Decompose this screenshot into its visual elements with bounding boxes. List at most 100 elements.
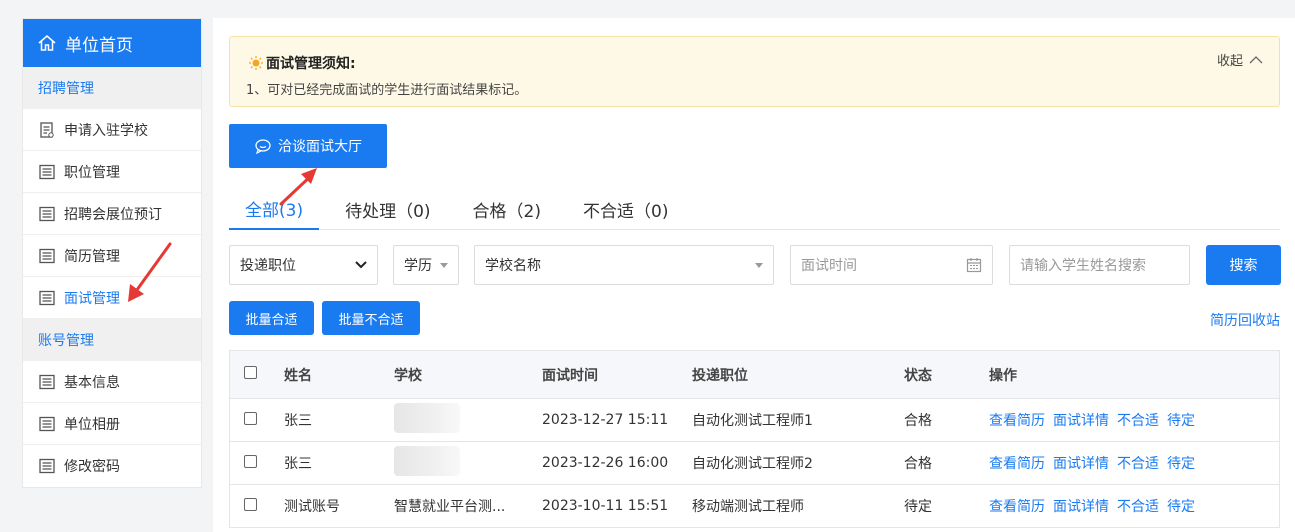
mark-unsuitable-link[interactable]: 不合适 — [1117, 499, 1159, 515]
school-select[interactable]: 学校名称 — [474, 245, 774, 285]
sidebar-item-basic-info[interactable]: 基本信息 — [23, 361, 201, 403]
position-select[interactable]: 投递职位 — [229, 245, 378, 285]
cell-status: 合格 — [904, 456, 932, 472]
cell-name: 张三 — [284, 456, 312, 472]
table-row: 张三 2023-12-26 16:00 自动化测试工程师2 合格 查看简历 面试详… — [230, 442, 1279, 485]
sidebar-section-recruit: 招聘管理 — [23, 67, 201, 109]
view-resume-link[interactable]: 查看简历 — [989, 499, 1045, 515]
view-resume-link[interactable]: 查看简历 — [989, 456, 1045, 472]
home-icon — [38, 35, 56, 51]
student-name-search-input[interactable]: 请输入学生姓名搜索 — [1009, 245, 1190, 285]
notice-text: 1、可对已经完成面试的学生进行面试结果标记。 — [246, 83, 528, 98]
blurred-school — [394, 403, 460, 433]
position-select-value: 投递职位 — [240, 258, 296, 274]
cell-school — [394, 446, 542, 480]
cell-time: 2023-12-27 15:11 — [542, 412, 669, 428]
sidebar-item-booth[interactable]: 招聘会展位预订 — [23, 193, 201, 235]
sidebar-item-positions[interactable]: 职位管理 — [23, 151, 201, 193]
cell-status: 待定 — [904, 499, 932, 515]
view-resume-link[interactable]: 查看简历 — [989, 413, 1045, 429]
school-select-value: 学校名称 — [485, 258, 541, 274]
cell-status: 合格 — [904, 413, 932, 429]
main-panel: 面试管理须知: 1、可对已经完成面试的学生进行面试结果标记。 收起 洽谈面试大厅… — [213, 18, 1295, 532]
sidebar-item-interviews[interactable]: 面试管理 — [23, 277, 201, 319]
sidebar-item-password[interactable]: 修改密码 — [23, 445, 201, 487]
row-select-cell — [230, 497, 266, 515]
sidebar-item-label: 基本信息 — [64, 374, 120, 391]
cell-position: 自动化测试工程师2 — [692, 456, 813, 472]
row-checkbox[interactable] — [244, 454, 257, 468]
batch-pass-button[interactable]: 批量合适 — [229, 301, 314, 335]
interview-detail-link[interactable]: 面试详情 — [1053, 499, 1109, 515]
interview-detail-link[interactable]: 面试详情 — [1053, 413, 1109, 429]
sidebar-item-label: 职位管理 — [64, 164, 120, 181]
table-header-row: 姓名 学校 面试时间 投递职位 状态 操作 — [230, 351, 1279, 399]
resume-recycle-link[interactable]: 简历回收站 — [1210, 310, 1280, 330]
header-status: 状态 — [904, 367, 932, 384]
list-doc-icon — [39, 206, 55, 221]
interview-time-placeholder: 面试时间 — [801, 258, 857, 274]
chat-icon — [255, 139, 271, 154]
interview-table: 姓名 学校 面试时间 投递职位 状态 操作 张三 2023-12-27 15:1… — [229, 350, 1280, 528]
cell-position: 移动端测试工程师 — [692, 499, 804, 515]
notice-collapse-button[interactable]: 收起 — [1217, 50, 1263, 69]
notice-title: 面试管理须知: — [248, 53, 356, 73]
cell-school — [394, 403, 542, 437]
tab-all[interactable]: 全部(3) — [229, 188, 320, 230]
sidebar-home[interactable]: 单位首页 — [23, 19, 201, 67]
table-row: 张三 2023-12-27 15:11 自动化测试工程师1 合格 查看简历 面试详… — [230, 399, 1279, 442]
notice-collapse-label: 收起 — [1216, 54, 1243, 69]
list-doc-icon — [39, 416, 55, 431]
sidebar-item-label: 招聘会展位预订 — [64, 206, 162, 223]
row-checkbox[interactable] — [244, 497, 257, 511]
calendar-icon — [966, 258, 982, 273]
notice-title-text: 面试管理须知: — [266, 56, 356, 72]
mark-unsuitable-link[interactable]: 不合适 — [1117, 456, 1159, 472]
select-all-checkbox[interactable] — [244, 366, 257, 379]
mark-pending-link[interactable]: 待定 — [1167, 499, 1195, 515]
sidebar-item-resumes[interactable]: 简历管理 — [23, 235, 201, 277]
list-doc-icon — [39, 290, 55, 305]
cell-position: 自动化测试工程师1 — [692, 413, 813, 429]
cell-time: 2023-12-26 16:00 — [542, 455, 669, 471]
cell-actions: 查看简历 面试详情 不合适 待定 — [989, 496, 1279, 516]
sidebar-item-label: 修改密码 — [64, 459, 120, 475]
cell-name: 测试账号 — [284, 499, 340, 515]
sidebar-item-album[interactable]: 单位相册 — [23, 403, 201, 445]
header-school: 学校 — [394, 367, 422, 384]
sidebar-item-label: 单位相册 — [64, 416, 120, 433]
education-select[interactable]: 学历 — [393, 245, 459, 285]
cell-school: 智慧就业平台测... — [394, 499, 506, 515]
cell-actions: 查看简历 面试详情 不合适 待定 — [989, 453, 1279, 473]
sidebar-item-apply-school[interactable]: 申请入驻学校 — [23, 109, 201, 151]
cell-time: 2023-10-11 15:51 — [542, 498, 669, 514]
batch-fail-button[interactable]: 批量不合适 — [322, 301, 420, 335]
mark-unsuitable-link[interactable]: 不合适 — [1117, 413, 1159, 429]
row-select-cell — [230, 411, 266, 429]
interview-hall-button[interactable]: 洽谈面试大厅 — [229, 124, 387, 168]
list-doc-icon — [39, 248, 55, 263]
search-button[interactable]: 搜索 — [1206, 245, 1281, 285]
tab-pending[interactable]: 待处理（0) — [329, 188, 446, 230]
mark-pending-link[interactable]: 待定 — [1167, 413, 1195, 429]
tab-unsuitable[interactable]: 不合适（0) — [567, 188, 684, 230]
caret-down-icon — [440, 262, 448, 268]
sidebar: 单位首页 招聘管理 申请入驻学校 职位管理 招聘会展位预订 简历管理 面试管理 … — [22, 18, 202, 488]
sidebar-item-label: 面试管理 — [64, 290, 120, 307]
select-all-cell — [230, 366, 266, 383]
interview-detail-link[interactable]: 面试详情 — [1053, 456, 1109, 472]
tab-qualified[interactable]: 合格（2) — [457, 188, 557, 230]
mark-pending-link[interactable]: 待定 — [1167, 456, 1195, 472]
cell-name: 张三 — [284, 413, 312, 429]
status-tabs: 全部(3) 待处理（0) 合格（2) 不合适（0) — [229, 188, 1280, 230]
blurred-school — [394, 446, 460, 476]
interview-time-input[interactable]: 面试时间 — [790, 245, 993, 285]
caret-down-icon — [755, 262, 763, 268]
sidebar-section-account: 账号管理 — [23, 319, 201, 361]
interview-hall-label: 洽谈面试大厅 — [278, 139, 362, 155]
row-checkbox[interactable] — [244, 411, 257, 425]
cell-actions: 查看简历 面试详情 不合适 待定 — [989, 410, 1279, 430]
header-name: 姓名 — [284, 367, 312, 384]
student-name-placeholder: 请输入学生姓名搜索 — [1020, 258, 1146, 274]
header-time: 面试时间 — [542, 367, 598, 384]
